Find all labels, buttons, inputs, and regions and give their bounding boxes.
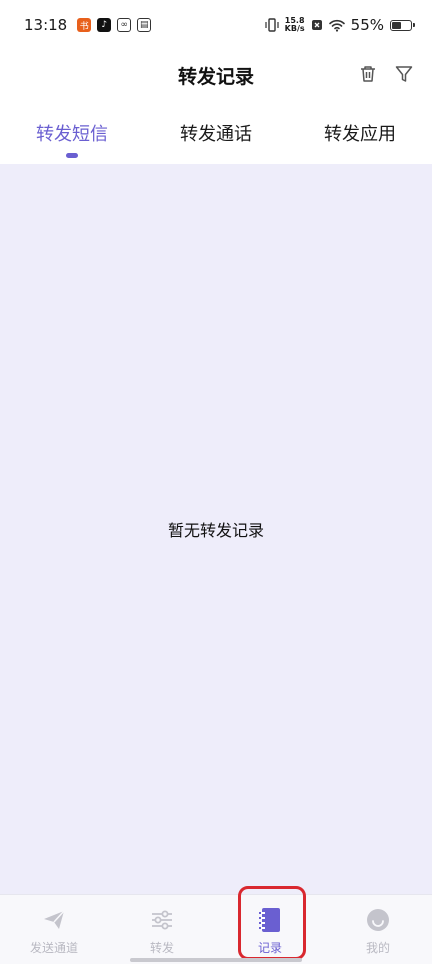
- battery-percent: 55%: [350, 16, 384, 34]
- nav-forward[interactable]: 转发: [108, 895, 216, 964]
- nav-label: 转发: [149, 941, 174, 955]
- tiktok-icon: ♪: [97, 18, 112, 32]
- filter-icon: [395, 66, 413, 82]
- status-bar: 13:18 书 ♪ ∞ ▤ 15.8 KB/s 55%: [0, 0, 432, 50]
- header-actions: [356, 62, 416, 86]
- app-header: 转发记录: [0, 50, 432, 100]
- status-bar-right: 15.8 KB/s 55%: [265, 16, 415, 34]
- tab-label: 转发应用: [324, 124, 396, 145]
- page-title: 转发记录: [177, 65, 254, 88]
- no-sim-icon: [311, 20, 322, 30]
- vibrate-icon: [265, 18, 279, 32]
- active-tab-indicator: [66, 153, 78, 158]
- nav-label: 我的: [365, 941, 390, 955]
- nav-send-channel[interactable]: 发送通道: [0, 895, 108, 964]
- trash-icon: [361, 66, 375, 82]
- status-time: 13:18: [24, 16, 68, 34]
- empty-state-message: 暂无转发记录: [167, 521, 264, 540]
- battery-fill: [392, 21, 402, 29]
- notebook-icon: [257, 907, 283, 933]
- tab-label: 转发通话: [180, 124, 252, 145]
- battery-icon: [390, 19, 415, 31]
- message-app-icon: ▤: [137, 18, 152, 32]
- home-indicator[interactable]: [130, 958, 302, 962]
- records-list-area[interactable]: 暂无转发记录: [0, 164, 432, 894]
- tab-forward-apps[interactable]: 转发应用: [288, 100, 432, 164]
- record-tabs: 转发短信 转发通话 转发应用: [0, 100, 432, 164]
- nav-records[interactable]: 记录: [216, 895, 324, 964]
- tab-forward-sms[interactable]: 转发短信: [0, 100, 144, 164]
- app-notification-icon: 书: [77, 18, 92, 32]
- status-bar-left: 13:18 书 ♪ ∞ ▤: [24, 16, 152, 34]
- net-speed-unit: KB/s: [284, 24, 305, 33]
- tab-label: 转发短信: [36, 124, 108, 145]
- send-icon: [41, 907, 67, 933]
- nav-label: 记录: [257, 941, 282, 955]
- net-speed: 15.8 KB/s: [285, 17, 305, 33]
- wifi-icon: [328, 19, 345, 32]
- filter-button[interactable]: [392, 62, 416, 86]
- delete-button[interactable]: [356, 62, 380, 86]
- smile-icon: [365, 907, 391, 933]
- bottom-nav: 发送通道 转发 记录 我的: [0, 894, 432, 964]
- tab-forward-calls[interactable]: 转发通话: [144, 100, 288, 164]
- nav-mine[interactable]: 我的: [324, 895, 432, 964]
- link-app-icon: ∞: [117, 18, 132, 32]
- sliders-icon: [149, 907, 175, 933]
- nav-label: 发送通道: [29, 941, 78, 955]
